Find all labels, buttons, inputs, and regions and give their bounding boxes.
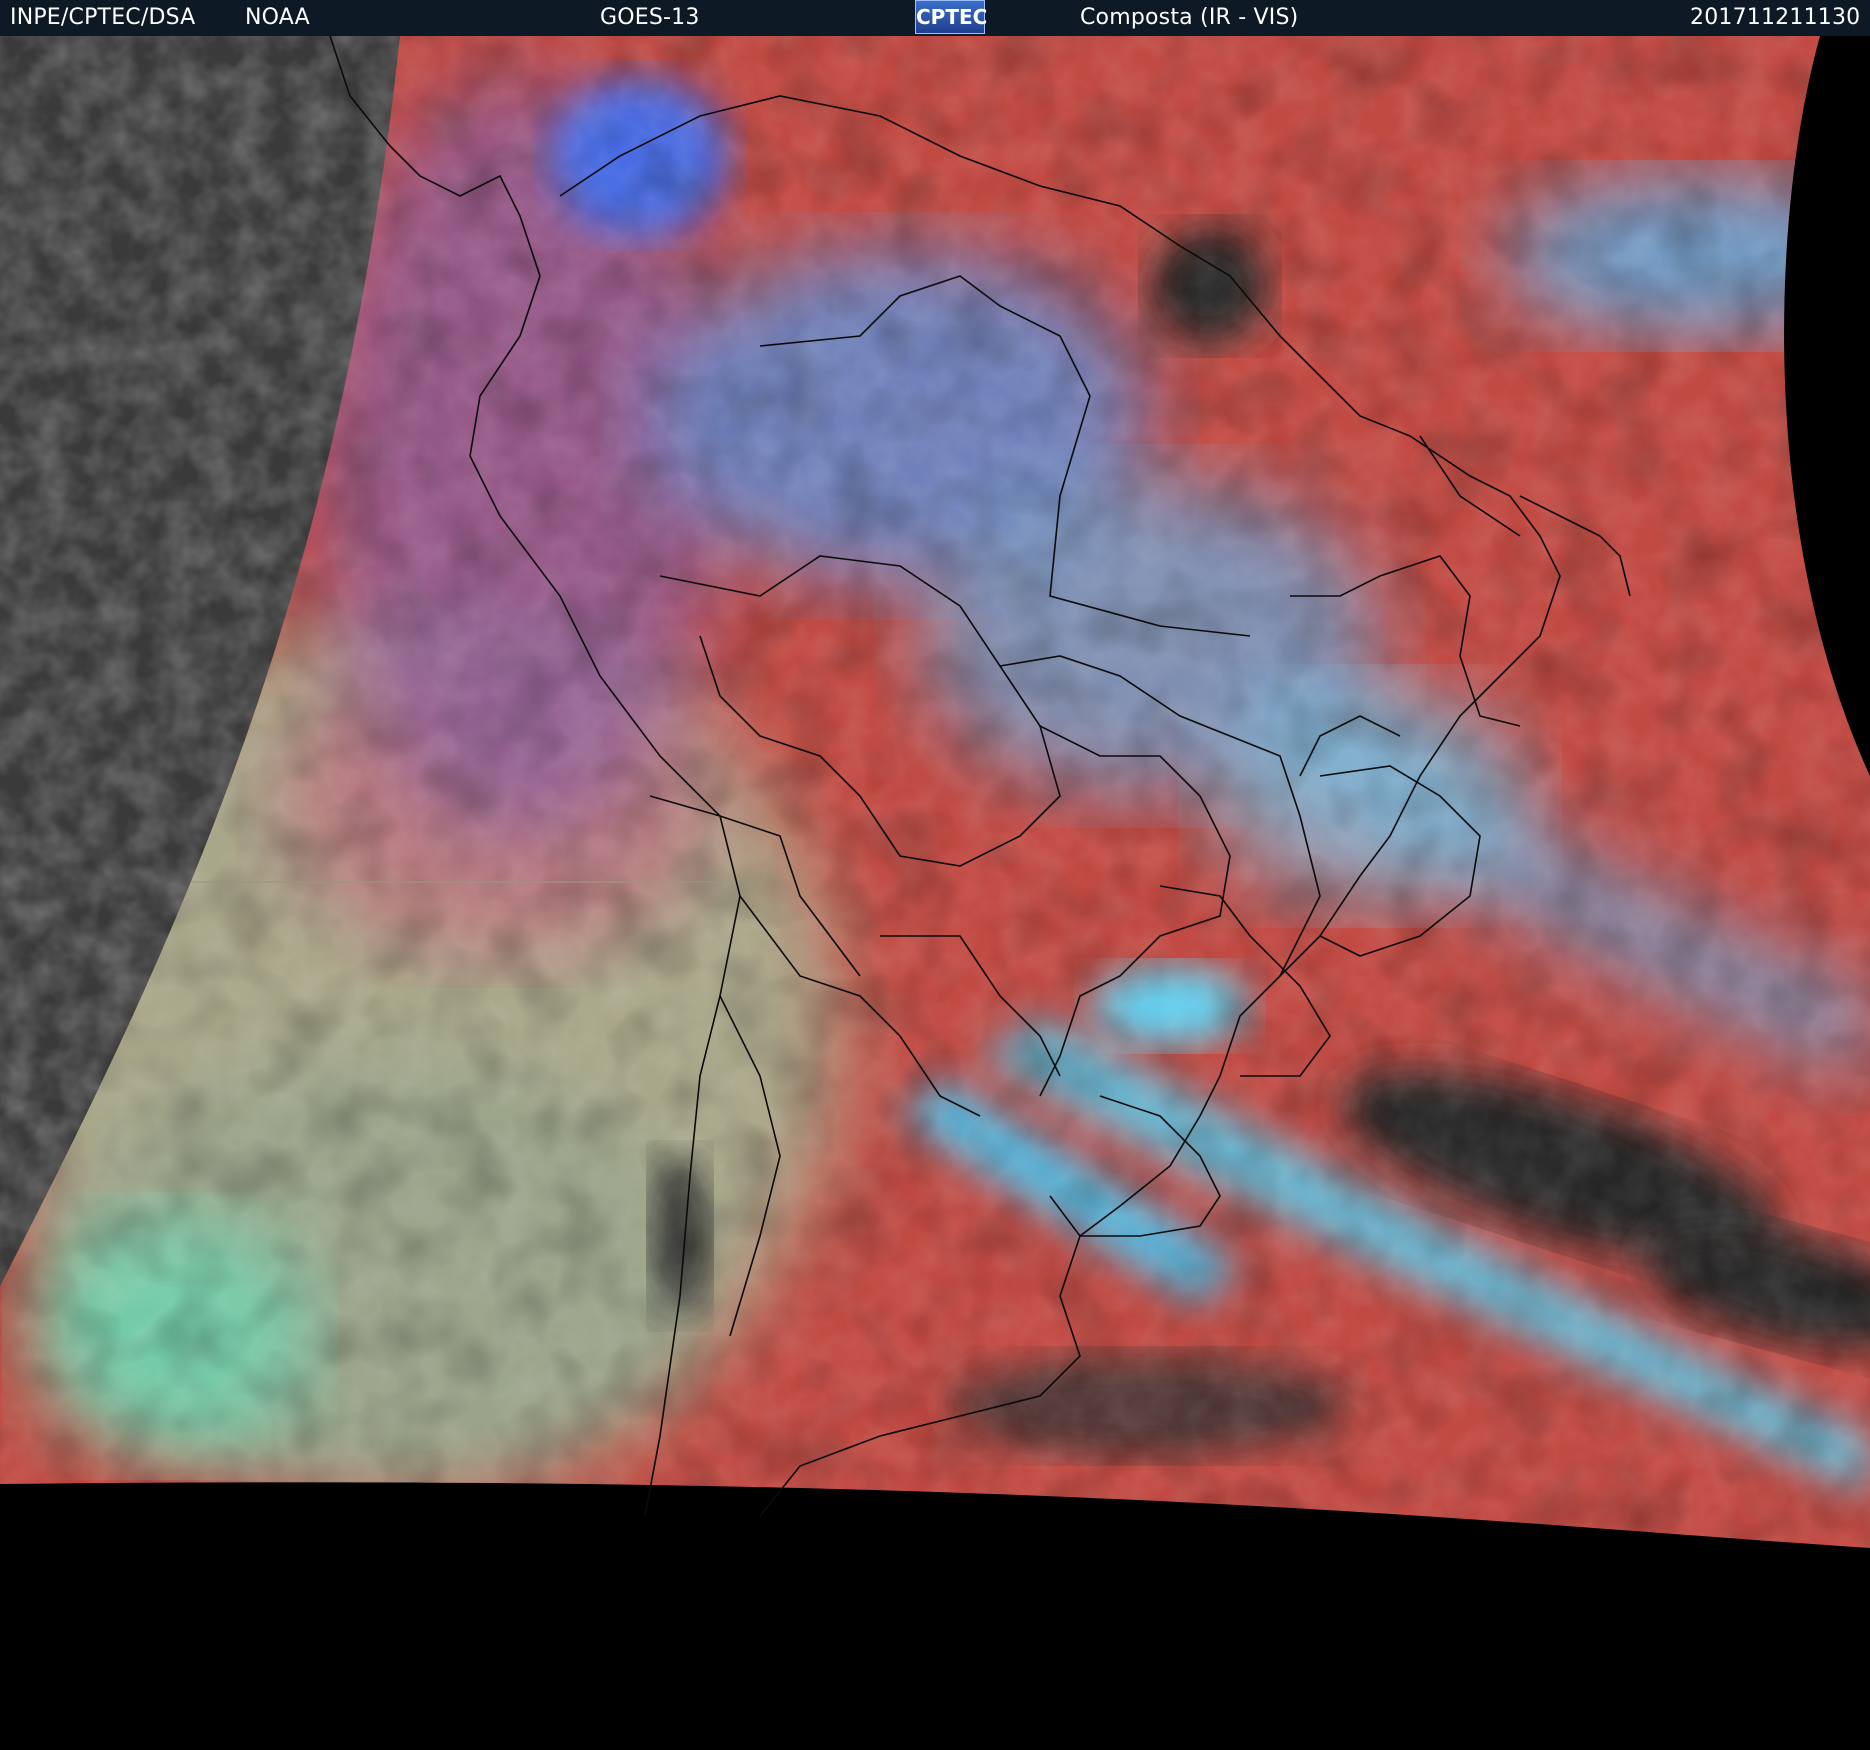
image-header-bar: INPE/CPTEC/DSA NOAA GOES-13 CPTEC Compos… bbox=[0, 0, 1870, 36]
satellite-label: GOES-13 bbox=[600, 5, 700, 30]
satellite-composite-map bbox=[0, 36, 1870, 1750]
product-label: Composta (IR - VIS) bbox=[1080, 5, 1299, 30]
agency-label: INPE/CPTEC/DSA bbox=[10, 5, 196, 30]
cptec-logo: CPTEC bbox=[915, 0, 987, 34]
timestamp-label: 201711211130 bbox=[1690, 5, 1861, 30]
source-label: NOAA bbox=[245, 5, 310, 30]
